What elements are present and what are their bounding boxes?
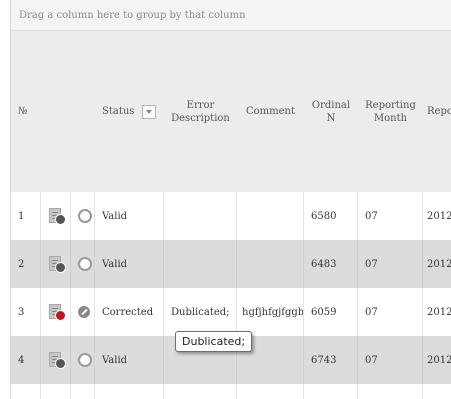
- column-header-reporting-month[interactable]: Reporting Month: [358, 31, 423, 192]
- row-doc-cell[interactable]: [41, 288, 71, 336]
- row-error-description: [164, 384, 237, 399]
- row-ordinal: 6059: [304, 288, 358, 336]
- row-reporting-year: [423, 384, 451, 399]
- row-state-cell[interactable]: [71, 240, 95, 288]
- row-status: Valid: [95, 336, 164, 384]
- table-row[interactable]: 1 Valid 6580 07 2012: [11, 192, 451, 241]
- row-reporting-month: 07: [358, 336, 423, 384]
- row-doc-cell[interactable]: [41, 240, 71, 288]
- row-status: Valid: [95, 192, 164, 240]
- row-number: 3: [11, 288, 41, 336]
- row-status: Corrected: [95, 288, 164, 336]
- row-comment: hgfjhfgjfggh: [237, 288, 304, 336]
- row-doc-cell[interactable]: [41, 336, 71, 384]
- row-ordinal: [304, 384, 358, 399]
- row-ordinal: 6483: [304, 240, 358, 288]
- row-number: 1: [11, 192, 41, 240]
- row-status: [95, 384, 164, 399]
- column-header-reporting-year[interactable]: Repo Ye: [423, 31, 451, 192]
- row-reporting-year: 2012: [423, 336, 451, 384]
- row-comment: [237, 384, 304, 399]
- column-header-status-label: Status: [102, 106, 135, 117]
- row-reporting-year: 2012: [423, 288, 451, 336]
- column-header-number[interactable]: №: [11, 31, 41, 192]
- row-reporting-month: 07: [358, 240, 423, 288]
- column-header-doc: [41, 31, 71, 192]
- row-reporting-year: 2012: [423, 240, 451, 288]
- pencil-icon[interactable]: [78, 306, 90, 318]
- row-ordinal: 6580: [304, 192, 358, 240]
- grid-left-strip: [0, 0, 11, 399]
- row-state-cell[interactable]: [71, 288, 95, 336]
- document-icon[interactable]: [48, 256, 66, 273]
- data-grid: Drag a column here to group by that colu…: [0, 0, 451, 399]
- row-reporting-month: 07: [358, 288, 423, 336]
- error-tooltip: Dublicated;: [175, 331, 253, 352]
- column-header-ordinal[interactable]: Ordinal N: [304, 31, 358, 192]
- row-doc-cell: [41, 384, 71, 399]
- row-status: Valid: [95, 240, 164, 288]
- row-comment: [237, 192, 304, 240]
- document-error-icon[interactable]: [48, 304, 66, 321]
- column-header-comment[interactable]: Comment: [237, 31, 304, 192]
- row-number: 4: [11, 336, 41, 384]
- document-icon[interactable]: [48, 352, 66, 369]
- table-row[interactable]: 2 Valid 6483 07 2012: [11, 240, 451, 289]
- table-row-partial: [11, 384, 451, 399]
- row-error-description: [164, 240, 237, 288]
- row-number: 2: [11, 240, 41, 288]
- row-error-description: Dublicated;: [164, 288, 237, 336]
- document-icon[interactable]: [48, 208, 66, 225]
- row-error-description: [164, 192, 237, 240]
- circle-icon[interactable]: [78, 353, 92, 367]
- grid-header-row: № Status Error Description Comment Ordin…: [11, 31, 451, 193]
- column-header-error-description[interactable]: Error Description: [164, 31, 237, 192]
- column-header-status[interactable]: Status: [95, 31, 164, 192]
- column-header-state: [71, 31, 95, 192]
- circle-icon[interactable]: [78, 257, 92, 271]
- row-doc-cell[interactable]: [41, 192, 71, 240]
- row-ordinal: 6743: [304, 336, 358, 384]
- row-comment: [237, 240, 304, 288]
- row-state-cell[interactable]: [71, 336, 95, 384]
- circle-icon[interactable]: [78, 209, 92, 223]
- row-state-cell: [71, 384, 95, 399]
- table-row[interactable]: 3 Corrected Dublicated; hgfjhfgjfggh 605…: [11, 288, 451, 337]
- row-number: [11, 384, 41, 399]
- row-state-cell[interactable]: [71, 192, 95, 240]
- filter-dropdown-icon[interactable]: [142, 104, 157, 119]
- group-by-drop-zone[interactable]: Drag a column here to group by that colu…: [11, 0, 451, 31]
- row-reporting-month: [358, 384, 423, 399]
- row-reporting-year: 2012: [423, 192, 451, 240]
- row-reporting-month: 07: [358, 192, 423, 240]
